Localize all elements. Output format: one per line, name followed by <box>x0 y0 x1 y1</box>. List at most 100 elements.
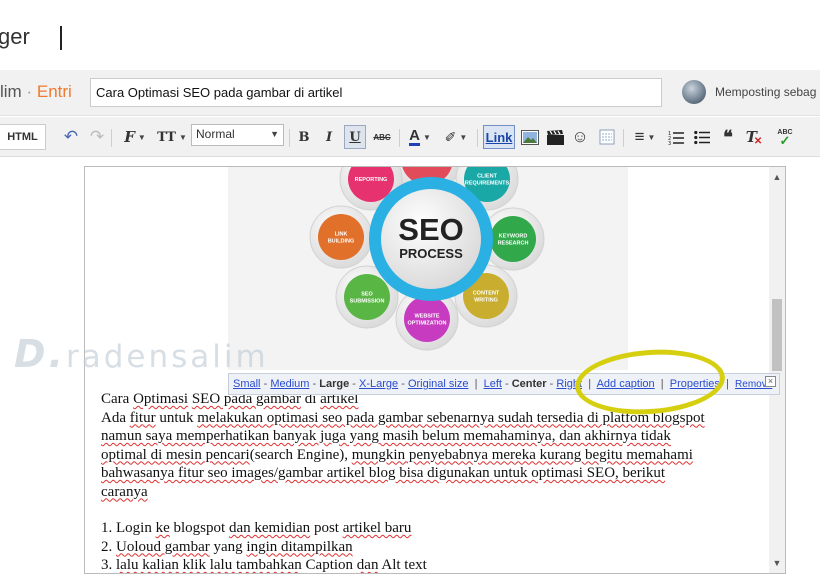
body-line: Ada fitur untuk melakukan optimasi seo p… <box>101 409 761 428</box>
blog-name[interactable]: lim <box>0 82 22 101</box>
paragraph-format-select[interactable]: Normal ▼ <box>191 124 284 146</box>
app-header: ger <box>0 0 820 70</box>
italic-icon[interactable]: I <box>318 125 340 149</box>
editor-toolbar: HTML ↶ ↷ F ▼ TT ▼ Normal ▼ B I U ABC A ▼ ✐ ▼… <box>0 117 820 157</box>
text-run: yang <box>209 538 247 555</box>
strikethrough-icon[interactable]: ABC <box>370 125 394 149</box>
diagram-node-label: CLIENT <box>477 174 498 180</box>
diagram-node-label: REQUIREMENTS <box>465 181 510 187</box>
separator: | <box>588 378 592 390</box>
seo-process-image[interactable]: REPORTING CLIENT REQUIREMENTS LINK BUILDING K… <box>228 167 628 370</box>
text-run: 2. <box>101 538 116 555</box>
link-button[interactable]: Link <box>483 125 515 149</box>
scrollbar-thumb[interactable] <box>772 299 782 371</box>
separator: - <box>401 378 405 390</box>
clear-format-icon: T <box>745 128 757 146</box>
text-color-icon: A <box>409 126 420 146</box>
post-editor[interactable]: REPORTING CLIENT REQUIREMENTS LINK BUILDING K… <box>84 166 786 574</box>
diagram-node-label: SUBMISSION <box>350 299 385 305</box>
scroll-up-icon[interactable]: ▲ <box>769 169 785 185</box>
align-right-link[interactable]: Right <box>556 378 582 390</box>
quote-icon[interactable]: ❝ <box>718 125 738 149</box>
text-run: dan <box>356 557 379 573</box>
insert-video-button[interactable] <box>545 125 565 149</box>
underline-icon[interactable]: U <box>344 125 366 149</box>
text-run: (search Engine), <box>249 446 352 463</box>
numbered-list-button[interactable]: 123 <box>666 125 686 149</box>
body-line: caranya <box>101 483 761 502</box>
text-run: untuk <box>155 409 198 426</box>
seo-process-diagram: REPORTING CLIENTREQUIREMENTS LINKBUILDING K… <box>228 167 628 370</box>
close-icon[interactable]: × <box>765 376 776 387</box>
insert-image-button[interactable] <box>520 125 540 149</box>
align-center-selected[interactable]: Center <box>512 378 547 390</box>
step-line: 1. Login ke blogspot dan kemidian post a… <box>101 519 761 538</box>
diagram-node-label: BUILDING <box>328 239 355 245</box>
redo-icon[interactable]: ↷ <box>88 125 106 149</box>
separator: | <box>726 378 729 390</box>
text-run: caranya <box>101 483 148 500</box>
font-family-button[interactable]: F ▼ <box>118 125 152 149</box>
html-mode-button[interactable]: HTML <box>0 124 46 150</box>
spellcheck-icon: ✓ <box>779 133 791 148</box>
chevron-down-icon: ▼ <box>137 132 146 142</box>
jump-break-button[interactable] <box>597 125 617 149</box>
text-run: bahwasanya fitur seo images/gambar artik… <box>101 465 666 481</box>
toolbar-divider <box>111 129 112 147</box>
spellcheck-button[interactable]: ABC ✓ <box>774 125 796 149</box>
separator: - <box>263 378 268 390</box>
separator: | <box>474 378 478 390</box>
highlight-color-button[interactable]: ✐ ▼ <box>440 125 472 149</box>
emoji-icon[interactable]: ☺ <box>570 125 590 149</box>
body-line: namun saya memperhatikan banyak juga yan… <box>101 427 761 446</box>
size-large-selected[interactable]: Large <box>319 378 349 390</box>
diagram-center-subtitle: PROCESS <box>399 246 463 261</box>
text-run: Alt text <box>378 557 427 573</box>
app-brand[interactable]: ger <box>0 24 30 50</box>
size-xlarge-link[interactable]: X-Large <box>359 378 398 390</box>
text-size-icon: TT <box>157 129 176 145</box>
clear-formatting-button[interactable]: T ✕ <box>744 125 764 149</box>
post-title-input[interactable] <box>90 78 662 107</box>
size-small-link[interactable]: Small <box>233 378 261 390</box>
align-icon: ≡ <box>634 127 645 146</box>
text-run: lalu kalian klik lalu tambahkan <box>116 557 302 573</box>
avatar[interactable] <box>682 80 706 104</box>
undo-icon[interactable]: ↶ <box>62 125 80 149</box>
bullet-list-icon <box>694 130 710 144</box>
separator: - <box>549 378 554 390</box>
size-original-link[interactable]: Original size <box>408 378 469 390</box>
editor-scrollbar[interactable]: ▲ ▼ <box>769 167 785 573</box>
bold-icon[interactable]: B <box>293 125 315 149</box>
step-line: 2. Uoloud gambar yang ingin ditampilkan <box>101 538 761 557</box>
text-run: melakukan optimasi seo pada gambar seben… <box>197 409 705 426</box>
text-color-button[interactable]: A ▼ <box>404 125 436 149</box>
font-size-button[interactable]: TT ▼ <box>155 125 189 149</box>
text-run: namun saya memperhatikan banyak juga yan… <box>101 428 671 444</box>
text-run: artikel baru <box>342 520 412 536</box>
text-run: dan kemidian <box>228 520 311 536</box>
separator: - <box>352 378 356 390</box>
align-left-link[interactable]: Left <box>484 378 502 390</box>
chevron-down-icon: ▼ <box>178 132 187 142</box>
post-body-text[interactable]: Cara Optimasi SEO pada gambar di artikel… <box>101 390 761 573</box>
diagram-node-label: WEBSITE <box>414 314 439 320</box>
bullet-list-button[interactable] <box>692 125 712 149</box>
section-label: Entri <box>36 82 72 101</box>
separator: | <box>660 378 664 390</box>
diagram-node-label: RESEARCH <box>498 241 529 247</box>
diagram-node-label: REPORTING <box>355 177 388 183</box>
size-medium-link[interactable]: Medium <box>270 378 309 390</box>
header-divider <box>60 26 62 50</box>
properties-link[interactable]: Properties <box>670 378 720 390</box>
scroll-down-icon[interactable]: ▼ <box>769 555 785 571</box>
image-options-bar: Small - Medium - Large - X-Large - Origi… <box>228 373 780 395</box>
diagram-node-label: KEYWORD <box>499 234 528 240</box>
svg-text:3: 3 <box>668 141 671 145</box>
diagram-node: LINKBUILDING <box>309 205 373 269</box>
add-caption-link[interactable]: Add caption <box>597 378 655 390</box>
text-run: 1. Login <box>101 520 156 536</box>
alignment-button[interactable]: ≡ ▼ <box>629 125 661 149</box>
diagram-node-label: OPTIMIZATION <box>407 321 446 327</box>
diagram-center-title: SEO <box>398 212 463 247</box>
